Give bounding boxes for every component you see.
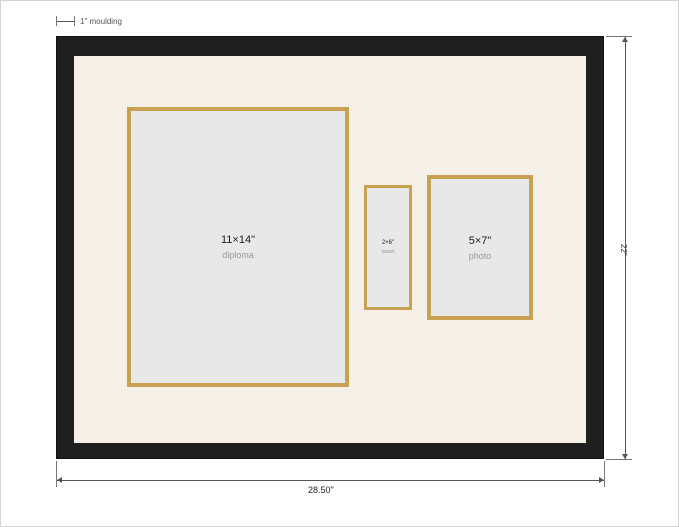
height-tick-bottom <box>606 459 632 460</box>
moulding-dimension-line <box>57 21 74 22</box>
opening-tassel: 2×6" tassel <box>364 185 412 310</box>
height-arrow-bottom <box>622 454 628 459</box>
opening-diploma-size: 11×14" <box>221 234 255 246</box>
opening-photo-name: photo <box>468 250 492 261</box>
moulding-tick-right <box>74 16 75 26</box>
moulding-label: 1" moulding <box>80 17 122 26</box>
width-dimension-line <box>57 480 604 481</box>
width-tick-right <box>604 461 605 487</box>
height-tick-top <box>606 36 632 37</box>
opening-tassel-size: 2×6" <box>381 240 395 246</box>
opening-photo-size: 5×7" <box>468 234 492 247</box>
opening-diploma: 11×14" diploma <box>127 107 349 387</box>
height-label: 22" <box>619 244 628 256</box>
height-arrow-top <box>622 37 628 42</box>
width-label: 28.50" <box>308 485 334 495</box>
opening-tassel-name: tassel <box>381 249 395 255</box>
opening-photo: 5×7" photo <box>427 175 533 320</box>
width-arrow-left <box>57 477 62 483</box>
width-tick-left <box>56 461 57 487</box>
opening-diploma-name: diploma <box>222 250 254 260</box>
width-arrow-right <box>599 477 604 483</box>
